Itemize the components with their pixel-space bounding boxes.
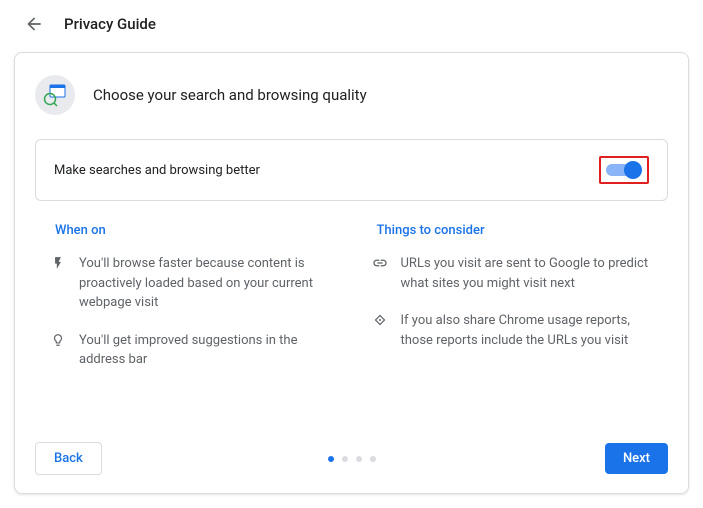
dot: [370, 456, 376, 462]
card-title: Choose your search and browsing quality: [93, 86, 367, 104]
page-title: Privacy Guide: [64, 15, 156, 33]
when-on-title: When on: [55, 223, 347, 238]
target-icon: [371, 311, 389, 328]
back-arrow-icon[interactable]: [24, 14, 44, 34]
info-columns: When on You'll browse faster because con…: [35, 223, 668, 388]
dot: [356, 456, 362, 462]
list-item: You'll get improved suggestions in the a…: [35, 331, 347, 370]
back-button[interactable]: Back: [35, 442, 102, 475]
page-header: Privacy Guide: [0, 0, 703, 46]
list-item: URLs you visit are sent to Google to pre…: [357, 254, 669, 293]
card-title-row: Choose your search and browsing quality: [35, 75, 668, 115]
link-icon: [371, 254, 389, 271]
card-footer: Back Next: [15, 426, 688, 493]
toggle-switch[interactable]: [606, 161, 642, 179]
list-item: If you also share Chrome usage reports, …: [357, 311, 669, 350]
lightbulb-icon: [49, 331, 67, 348]
when-on-column: When on You'll browse faster because con…: [35, 223, 347, 388]
toggle-setting-row[interactable]: Make searches and browsing better: [35, 139, 668, 201]
list-item: You'll browse faster because content is …: [35, 254, 347, 313]
next-button[interactable]: Next: [605, 443, 668, 474]
consider-column: Things to consider URLs you visit are se…: [357, 223, 669, 388]
highlight-annotation: [599, 156, 649, 184]
search-browser-icon: [35, 75, 75, 115]
pagination-dots: [328, 456, 376, 462]
dot: [342, 456, 348, 462]
privacy-card: Choose your search and browsing quality …: [14, 52, 689, 494]
bolt-icon: [49, 254, 67, 271]
dot: [328, 456, 334, 462]
toggle-label: Make searches and browsing better: [54, 163, 260, 178]
consider-title: Things to consider: [377, 223, 669, 238]
